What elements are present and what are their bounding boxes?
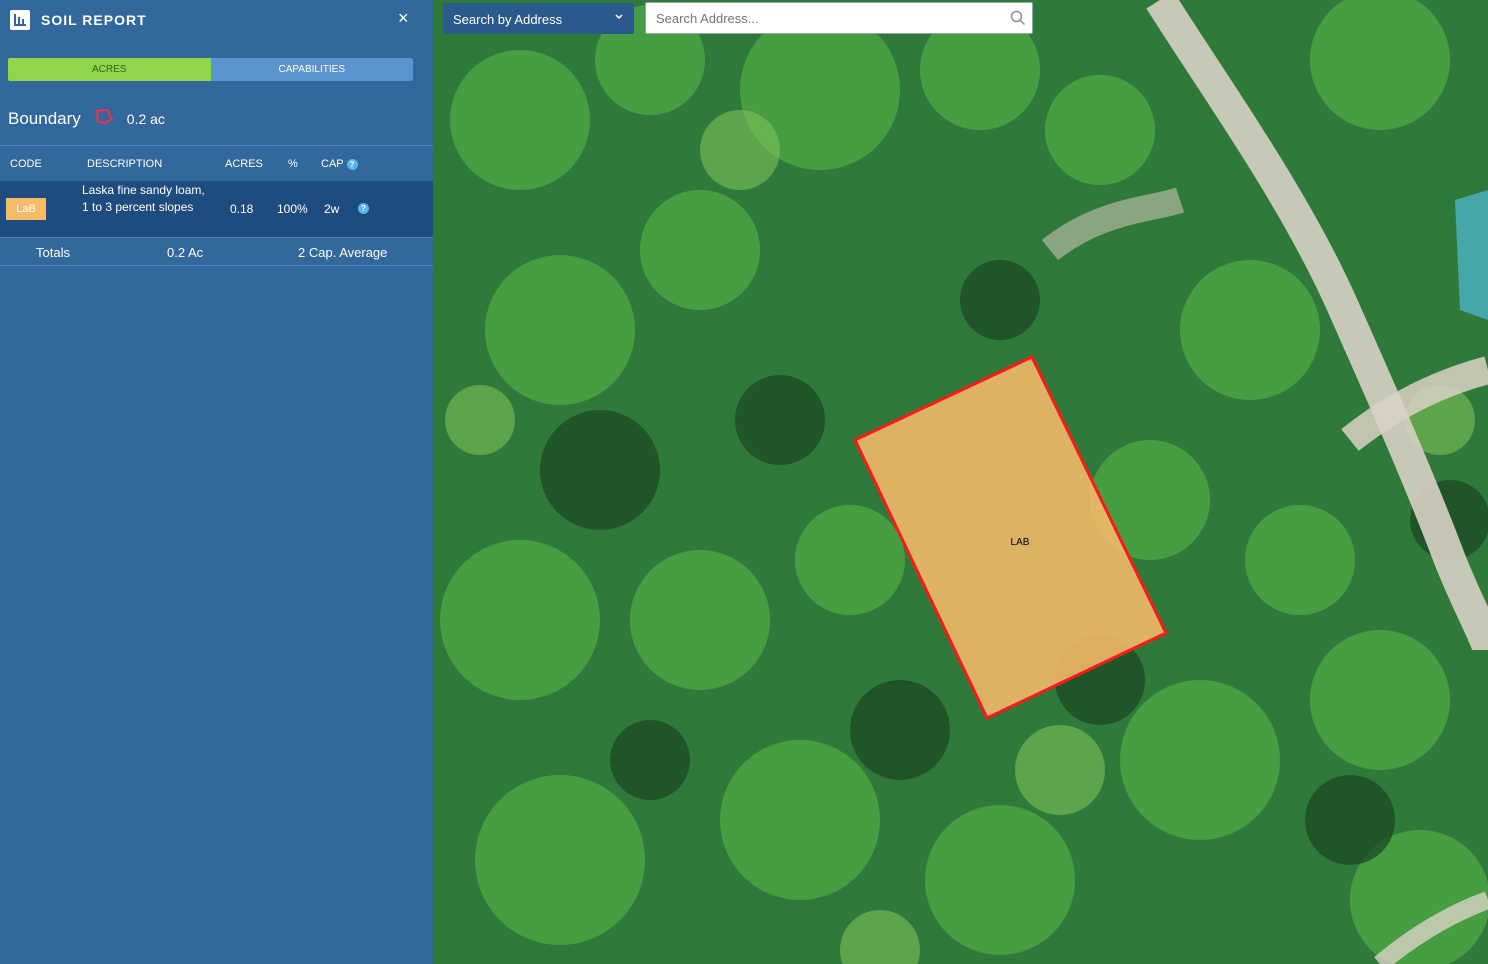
chevron-down-icon: [614, 11, 624, 25]
totals-row: Totals 0.2 Ac 2 Cap. Average: [0, 240, 433, 264]
row-acres: 0.18: [230, 202, 254, 216]
column-header-description: DESCRIPTION: [87, 158, 163, 170]
column-header-cap: CAP?: [321, 158, 358, 170]
column-header-acres: ACRES: [225, 158, 263, 170]
table-header: CODE DESCRIPTION ACRES % CAP?: [0, 152, 433, 176]
row-percent: 100%: [277, 202, 308, 216]
soil-description: Laska fine sandy loam, 1 to 3 percent sl…: [82, 183, 205, 214]
column-header-cap-label: CAP: [321, 158, 344, 170]
boundary-label: Boundary: [8, 109, 81, 128]
help-icon[interactable]: ?: [346, 158, 358, 170]
search-input[interactable]: [645, 2, 1033, 34]
totals-cap-average: 2 Cap. Average: [298, 245, 388, 260]
boundary-acres: 0.2 ac: [126, 111, 165, 127]
divider: [0, 237, 433, 238]
column-header-code: CODE: [10, 158, 42, 170]
soil-report-panel: SOIL REPORT × ACRES CAPABILITIES Boundar…: [0, 0, 433, 964]
search-icon[interactable]: [1010, 10, 1026, 31]
soil-boundary-overlay: LAB: [852, 355, 1169, 720]
view-tabs: ACRES CAPABILITIES: [8, 58, 413, 81]
help-icon[interactable]: ?: [358, 203, 369, 214]
tab-acres[interactable]: ACRES: [8, 58, 211, 81]
panel-header: SOIL REPORT ×: [0, 0, 433, 40]
panel-title: SOIL REPORT: [41, 12, 147, 28]
divider: [0, 265, 433, 266]
close-icon[interactable]: ×: [398, 8, 409, 28]
row-cap: 2w: [324, 202, 340, 216]
bar-chart-icon: [10, 10, 30, 30]
search-type-label: Search by Address: [453, 12, 563, 27]
totals-label: Totals: [36, 245, 70, 260]
column-header-percent: %: [288, 158, 298, 170]
soil-polygon-label: LAB: [1011, 537, 1030, 548]
tab-capabilities[interactable]: CAPABILITIES: [210, 58, 413, 81]
divider: [0, 145, 433, 146]
satellite-map[interactable]: LAB: [433, 0, 1488, 964]
table-row[interactable]: LaB Laska fine sandy loam, 1 to 3 percen…: [0, 181, 433, 237]
totals-acres: 0.2 Ac: [167, 245, 204, 260]
polygon-icon: [95, 108, 114, 130]
boundary-summary: Boundary 0.2 ac: [8, 106, 165, 132]
soil-code-badge: LaB: [6, 198, 46, 220]
search-type-dropdown[interactable]: Search by Address: [443, 3, 634, 34]
